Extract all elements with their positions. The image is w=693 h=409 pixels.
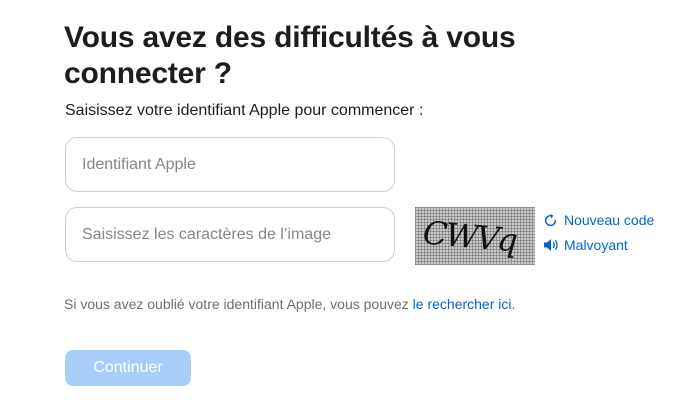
continue-button[interactable]: Continuer xyxy=(65,350,191,386)
refresh-icon xyxy=(543,212,561,228)
apple-id-input[interactable] xyxy=(65,137,395,192)
page-subtitle: Saisissez votre identifiant Apple pour c… xyxy=(65,102,424,119)
speaker-icon xyxy=(543,237,561,253)
help-text: Si vous avez oublié votre identifiant Ap… xyxy=(64,295,515,313)
captcha-image: CWVq xyxy=(415,207,535,265)
captcha-glyphs: CWVq xyxy=(421,214,518,260)
forgot-apple-id-page: Vous avez des difficultés à vous connect… xyxy=(0,0,693,409)
help-text-suffix: . xyxy=(511,296,516,312)
search-apple-id-link[interactable]: le rechercher ici xyxy=(413,296,512,312)
captcha-text: CWVq xyxy=(421,214,518,260)
page-title: Vous avez des difficultés à vous connect… xyxy=(64,21,516,90)
new-code-link[interactable]: Nouveau code xyxy=(543,210,688,230)
audio-label: Malvoyant xyxy=(564,237,628,253)
audio-captcha-link[interactable]: Malvoyant xyxy=(543,235,688,255)
captcha-actions: Nouveau code Malvoyant xyxy=(543,210,688,260)
captcha-input[interactable] xyxy=(65,207,395,262)
new-code-label: Nouveau code xyxy=(564,212,655,228)
help-text-prefix: Si vous avez oublié votre identifiant Ap… xyxy=(64,296,413,312)
